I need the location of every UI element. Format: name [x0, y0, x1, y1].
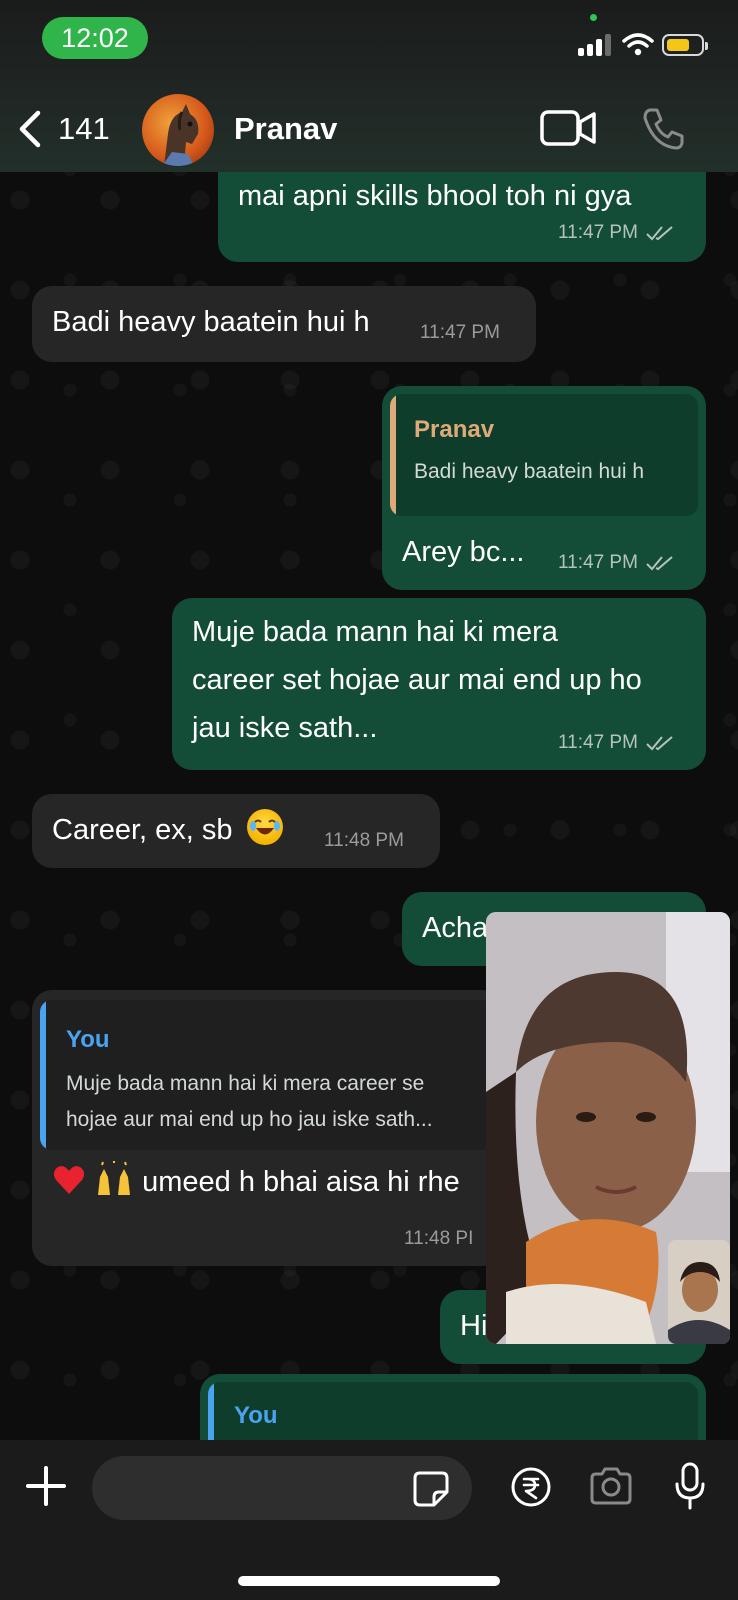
- message-time: 11:47 PM: [558, 552, 638, 573]
- status-time: 12:02: [42, 17, 148, 59]
- quote-line: hojae aur mai end up ho jau iske sath...: [66, 1108, 433, 1131]
- message-text: umeed h bhai aisa hi rhe: [142, 1166, 460, 1198]
- avatar[interactable]: [142, 94, 214, 166]
- message-time: 11:47 PM: [558, 222, 638, 243]
- plus-icon[interactable]: [24, 1464, 68, 1508]
- double-tick-icon: [646, 556, 673, 571]
- composer-bar: [0, 1440, 738, 1600]
- message-time: 11:47 PM: [558, 732, 638, 753]
- message-input[interactable]: [112, 1456, 406, 1522]
- laughing-emoji-icon: [246, 809, 283, 845]
- message-incoming-reply[interactable]: You Muje bada mann hai ki mera career se…: [32, 990, 502, 1266]
- message-meta: 11:48 PI: [404, 1228, 473, 1250]
- quote-bar: [40, 1000, 46, 1150]
- horse-avatar-icon: [162, 104, 199, 166]
- quote-author: You: [66, 1026, 110, 1053]
- message-incoming[interactable]: Career, ex, sb 11:48 PM: [32, 794, 440, 868]
- quoted-message[interactable]: You Muje bada mann hai ki mera career se…: [40, 1000, 494, 1150]
- message-text: Badi heavy baatein hui h: [52, 306, 370, 338]
- camera-icon[interactable]: [588, 1466, 634, 1506]
- video-call-self-view[interactable]: [668, 1240, 730, 1344]
- message-time: 11:48 PI: [404, 1228, 474, 1249]
- quote-author: Pranav: [414, 416, 495, 443]
- message-text: mai apni skills bhool toh ni gya: [238, 180, 632, 212]
- message-outgoing-reply[interactable]: Pranav Badi heavy baatein hui h Arey bc.…: [382, 386, 706, 590]
- red-heart-emoji-icon: [53, 1166, 85, 1194]
- message-line: jau iske sath...: [192, 712, 378, 744]
- message-meta: 11:47 PM: [558, 222, 674, 244]
- message-time: 11:47 PM: [420, 322, 500, 343]
- chevron-left-icon: [19, 110, 41, 148]
- message-line: career set hojae aur mai end up ho: [192, 664, 642, 696]
- message-meta: 11:47 PM: [558, 732, 674, 754]
- message-meta: 11:47 PM: [558, 552, 674, 574]
- home-indicator[interactable]: [238, 1576, 500, 1586]
- message-incoming[interactable]: Badi heavy baatein hui h 11:47 PM: [32, 286, 536, 362]
- back-button[interactable]: 141: [14, 106, 110, 152]
- status-bar: 12:02: [0, 0, 738, 80]
- message-content: Career, ex, sb: [52, 806, 283, 854]
- quote-line: Muje bada mann hai ki mera career se: [66, 1072, 425, 1095]
- message-line: Muje bada mann hai ki mera: [192, 616, 558, 648]
- signal-icon: [578, 34, 614, 56]
- message-meta: 11:48 PM: [324, 830, 404, 852]
- message-content: umeed h bhai aisa hi rhe: [52, 1158, 460, 1206]
- rupee-icon[interactable]: [510, 1466, 552, 1508]
- camera-indicator-icon: [590, 14, 597, 21]
- double-tick-icon: [646, 736, 673, 751]
- self-person-image: [668, 1240, 730, 1344]
- message-text: Career, ex, sb: [52, 814, 233, 846]
- phone-icon[interactable]: [640, 106, 686, 152]
- message-meta: 11:47 PM: [420, 322, 500, 344]
- raising-hands-emoji-icon: [98, 1161, 131, 1195]
- message-time: 11:48 PM: [324, 830, 404, 851]
- wifi-icon: [622, 33, 654, 56]
- quote-author: You: [234, 1402, 278, 1429]
- message-outgoing[interactable]: Muje bada mann hai ki mera career set ho…: [172, 598, 706, 770]
- message-text: Hi: [460, 1310, 488, 1342]
- quoted-message[interactable]: Pranav Badi heavy baatein hui h: [390, 394, 698, 516]
- quote-bar: [390, 394, 396, 516]
- quote-text: Badi heavy baatein hui h: [414, 460, 645, 483]
- microphone-icon[interactable]: [674, 1462, 706, 1510]
- message-text: Acha: [422, 912, 489, 944]
- battery-icon: [662, 34, 708, 56]
- sticker-icon[interactable]: [412, 1470, 450, 1508]
- message-input-wrapper: [92, 1456, 472, 1522]
- video-call-icon[interactable]: [540, 108, 596, 148]
- message-text: Arey bc...: [402, 536, 525, 568]
- contact-name[interactable]: Pranav: [234, 111, 337, 147]
- unread-count: 141: [58, 111, 110, 146]
- double-tick-icon: [646, 226, 673, 241]
